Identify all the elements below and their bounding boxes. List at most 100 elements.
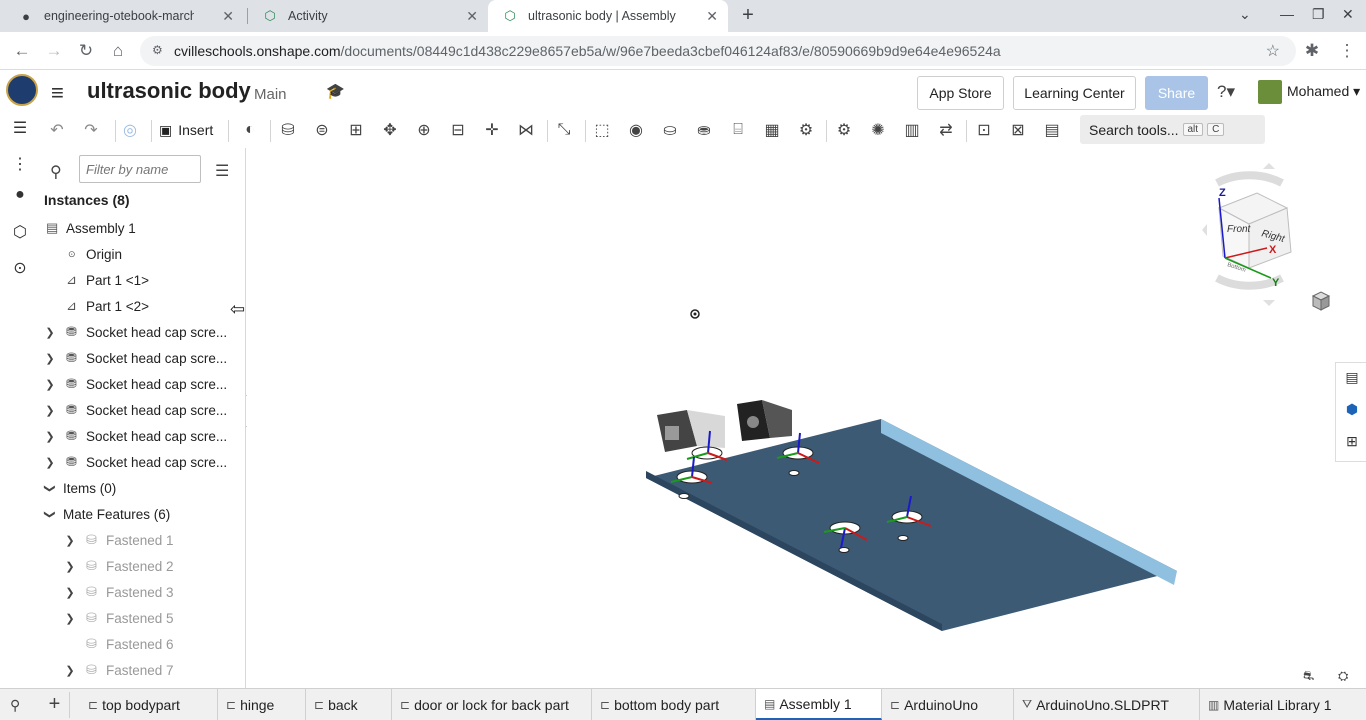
home-icon[interactable]: ⌂ (107, 40, 129, 62)
element-tab-active[interactable]: ▤ Assembly 1 (756, 689, 882, 720)
element-tab[interactable]: ⊏ back (306, 689, 392, 720)
mate-limits-icon[interactable]: ⇄ (934, 118, 958, 142)
chevron-right-icon[interactable]: ❯ (64, 560, 76, 573)
mates-panel-icon[interactable]: ⊞ (1342, 433, 1362, 453)
instance-row-part[interactable]: ⊿ Part 1 <1> (40, 267, 245, 293)
back-arrow-icon[interactable]: ← (11, 40, 33, 62)
hide-arrow-icon[interactable]: ⇦ (230, 299, 245, 320)
model-canvas[interactable]: Front Right Bottom Z X Y (247, 148, 1343, 688)
section-icon[interactable]: ⛀ (658, 118, 682, 142)
render-mode-icon[interactable]: ⛐ (1303, 668, 1314, 686)
chevron-right-icon[interactable]: ❯ (64, 612, 76, 625)
mate-row-fastened[interactable]: ⛁ Fastened 6 (40, 631, 245, 657)
list-view-icon[interactable]: ☰ (215, 161, 229, 181)
mate-connector-tool-icon[interactable]: ◉ (624, 118, 648, 142)
feature-list-icon[interactable]: ☰ (9, 118, 31, 140)
add-element-button[interactable]: + (40, 692, 70, 718)
replicate-icon[interactable]: ◐ (238, 118, 262, 142)
instance-row-origin[interactable]: ⊙ Origin (40, 241, 245, 267)
explode-icon[interactable]: ⛂ (692, 118, 716, 142)
element-tab[interactable]: ▥ Material Library 1 (1200, 689, 1366, 720)
user-menu[interactable]: Mohamed ▾ (1287, 83, 1360, 100)
undo-icon[interactable]: ↶ (45, 118, 69, 142)
element-tab[interactable]: ⛛ ArduinoUno.SLDPRT (1014, 689, 1200, 720)
instance-row-screw[interactable]: ❯ ⛃ Socket head cap scre... (40, 319, 245, 345)
chevron-right-icon[interactable]: ❯ (44, 326, 56, 339)
close-icon[interactable]: ✕ (222, 8, 234, 25)
element-tab[interactable]: ⊏ bottom body part (592, 689, 756, 720)
tangent-mate-icon[interactable]: ⤡ (552, 118, 576, 142)
learning-center-button[interactable]: Learning Center (1013, 76, 1136, 110)
chevron-right-icon[interactable]: ❯ (44, 456, 56, 469)
chevron-down-icon[interactable]: ❯ (44, 508, 57, 520)
chevron-right-icon[interactable]: ❯ (44, 404, 56, 417)
element-tab[interactable]: ⊏ hinge (218, 689, 306, 720)
graphics-viewport[interactable]: Front Right Bottom Z X Y (247, 148, 1343, 688)
share-button[interactable]: Share (1145, 76, 1208, 110)
workspace-name[interactable]: Main (254, 86, 287, 103)
insert-button[interactable]: ▣ Insert (159, 117, 213, 143)
forward-arrow-icon[interactable]: → (43, 40, 65, 62)
minimize-icon[interactable]: — (1280, 6, 1294, 22)
screw-relation-icon[interactable]: ✺ (866, 118, 890, 142)
instance-row-screw[interactable]: ❯ ⛃ Socket head cap scre... (40, 371, 245, 397)
instance-row-part[interactable]: ⊿ Part 1 <2> (40, 293, 245, 319)
measure-icon[interactable]: ⌸ (726, 118, 750, 142)
mate-connector-icon[interactable]: ⋮ (9, 154, 31, 176)
fastened-mate-icon[interactable]: ⛁ (276, 118, 300, 142)
window-close-icon[interactable]: ✕ (1342, 6, 1354, 23)
site-info-icon[interactable]: ⚙ (152, 43, 163, 57)
help-icon[interactable]: ?▾ (1217, 82, 1235, 102)
appearance-icon[interactable]: ▦ (760, 118, 784, 142)
chevron-right-icon[interactable]: ❯ (64, 534, 76, 547)
group-icon[interactable]: ⬚ (590, 118, 614, 142)
redo-icon[interactable]: ↷ (79, 118, 103, 142)
browser-tab-assembly[interactable]: ⬡ ultrasonic body | Assembly 1 ✕ (488, 0, 728, 32)
simulation-icon[interactable]: ⊙ (9, 258, 31, 280)
appearance-panel-icon[interactable]: ⬢ (1342, 401, 1362, 421)
named-positions-icon[interactable]: ▤ (1040, 118, 1064, 142)
browser-tab-activity[interactable]: ⬡ Activity ✕ (248, 0, 488, 32)
items-section[interactable]: ❯ Items (0) (40, 475, 245, 501)
mate-row-fastened[interactable]: ❯ ⛁ Fastened 3 (40, 579, 245, 605)
parallel-mate-icon[interactable]: ⋈ (514, 118, 538, 142)
gear-relation-icon[interactable]: ⚙ (794, 118, 818, 142)
instance-row-screw[interactable]: ❯ ⛃ Socket head cap scre... (40, 345, 245, 371)
mate-row-fastened[interactable]: ❯ ⛁ Fastened 5 (40, 605, 245, 631)
configurations-icon[interactable]: ⬡ (9, 222, 31, 244)
restore-icon[interactable]: ❐ (1312, 6, 1325, 23)
planar-mate-icon[interactable]: ✥ (378, 118, 402, 142)
rack-pinion-icon[interactable]: ⚙ (832, 118, 856, 142)
app-store-button[interactable]: App Store (917, 76, 1004, 110)
element-tab[interactable]: ⊏ ArduinoUno (882, 689, 1014, 720)
chevron-down-icon[interactable]: ❯ (44, 482, 57, 494)
filter-icon[interactable]: ⚲ (50, 162, 62, 182)
filter-input[interactable] (79, 155, 201, 183)
chevron-right-icon[interactable]: ❯ (44, 378, 56, 391)
element-tab[interactable]: ⊏ top bodypart (80, 689, 218, 720)
chevron-right-icon[interactable]: ❯ (64, 664, 76, 677)
address-bar[interactable]: ⚙ cvilleschools.onshape.com/documents/08… (140, 36, 1296, 66)
properties-icon[interactable]: ▤ (1342, 369, 1362, 389)
instance-row-screw[interactable]: ❯ ⛃ Socket head cap scre... (40, 449, 245, 475)
extensions-icon[interactable]: ✱ (1301, 40, 1323, 62)
element-tab[interactable]: ⊏ door or lock for back part (392, 689, 592, 720)
bookmark-star-icon[interactable]: ☆ (1266, 41, 1280, 61)
close-icon[interactable]: ✕ (706, 8, 718, 25)
revolute-mate-icon[interactable]: ⊜ (310, 118, 334, 142)
avatar[interactable] (1258, 80, 1282, 104)
mate-features-section[interactable]: ❯ Mate Features (6) (40, 501, 245, 527)
menu-icon[interactable]: ≡ (51, 80, 64, 106)
pin-slot-mate-icon[interactable]: ⊟ (446, 118, 470, 142)
close-icon[interactable]: ✕ (466, 8, 478, 25)
linear-relation-icon[interactable]: ▥ (900, 118, 924, 142)
mate-row-fastened[interactable]: ❯ ⛁ Fastened 7 (40, 657, 245, 683)
search-tools-input[interactable]: Search tools... alt C (1080, 115, 1265, 144)
slider-mate-icon[interactable]: ⊞ (344, 118, 368, 142)
search-tabs-icon[interactable]: ⚲ (10, 697, 20, 714)
instance-row-assembly[interactable]: ▤ Assembly 1 (40, 215, 245, 241)
chevron-right-icon[interactable]: ❯ (64, 586, 76, 599)
instance-row-screw[interactable]: ❯ ⛃ Socket head cap scre... (40, 397, 245, 423)
mate-row-fastened[interactable]: ❯ ⛁ Fastened 1 (40, 527, 245, 553)
browser-tab-github[interactable]: ● engineering-otebook-march-12th ✕ (4, 0, 244, 32)
